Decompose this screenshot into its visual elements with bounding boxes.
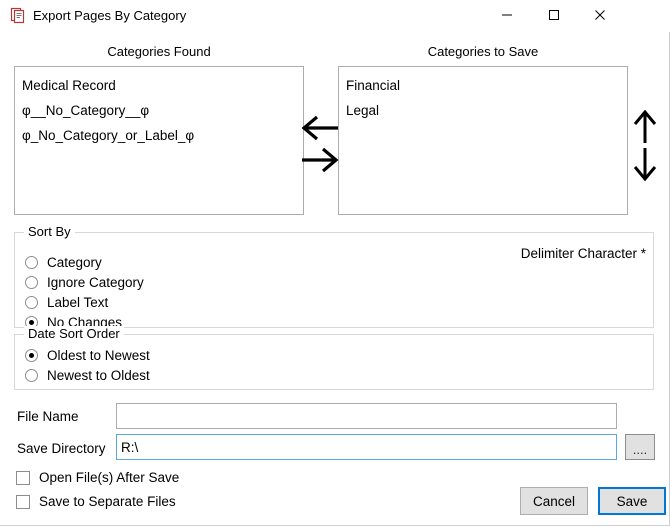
- categories-found-list[interactable]: Medical Record φ__No_Category__φ φ_No_Ca…: [14, 66, 304, 215]
- maximize-icon: [548, 9, 560, 21]
- reorder-arrows: [628, 109, 664, 184]
- close-button[interactable]: [577, 0, 623, 30]
- move-up-arrow-icon[interactable]: [628, 109, 664, 147]
- export-pages-dialog: Export Pages By Category Categories Foun…: [0, 0, 670, 526]
- browse-directory-button[interactable]: ....: [625, 434, 655, 460]
- list-item[interactable]: φ_No_Category_or_Label_φ: [15, 123, 303, 148]
- radio-indicator: [25, 256, 38, 269]
- close-icon: [594, 9, 606, 21]
- save-directory-input[interactable]: [116, 434, 617, 460]
- checkbox-save-to-separate-files[interactable]: Save to Separate Files: [16, 492, 176, 511]
- list-item[interactable]: φ__No_Category__φ: [15, 98, 303, 123]
- radio-label: Oldest to Newest: [47, 348, 150, 363]
- file-name-input[interactable]: [116, 403, 617, 429]
- minimize-icon: [501, 9, 513, 21]
- radio-indicator: [25, 276, 38, 289]
- checkbox-label: Open File(s) After Save: [39, 470, 180, 485]
- radio-sort-ignore-category[interactable]: Ignore Category: [25, 273, 144, 292]
- date-sort-order-group: Date Sort Order Oldest to Newest Newest …: [14, 326, 654, 390]
- categories-found-header: Categories Found: [107, 44, 211, 59]
- move-right-arrow-icon[interactable]: [300, 145, 342, 178]
- window-title: Export Pages By Category: [33, 8, 187, 23]
- document-pages-icon: [10, 7, 27, 24]
- checkbox-indicator: [16, 470, 30, 485]
- save-directory-label: Save Directory: [17, 441, 106, 456]
- list-item[interactable]: Medical Record: [15, 73, 303, 98]
- list-item[interactable]: Legal: [339, 98, 627, 123]
- save-button[interactable]: Save: [598, 487, 666, 515]
- radio-indicator: [25, 369, 38, 382]
- transfer-arrows: [300, 112, 342, 180]
- categories-to-save-header: Categories to Save: [427, 44, 539, 59]
- radio-sort-category[interactable]: Category: [25, 253, 102, 272]
- minimize-button[interactable]: [484, 0, 530, 30]
- categories-to-save-list[interactable]: Financial Legal: [338, 66, 628, 215]
- radio-indicator: [25, 296, 38, 309]
- sort-by-legend: Sort By: [24, 224, 75, 239]
- radio-label: Newest to Oldest: [47, 368, 150, 383]
- radio-label: Category: [47, 255, 102, 270]
- radio-label: Ignore Category: [47, 275, 144, 290]
- cancel-button[interactable]: Cancel: [520, 487, 588, 515]
- delimiter-character-label: Delimiter Character *: [520, 246, 646, 261]
- date-sort-order-legend: Date Sort Order: [24, 326, 124, 341]
- move-left-arrow-icon[interactable]: [300, 112, 342, 145]
- radio-label: Label Text: [47, 295, 109, 310]
- radio-sort-label-text[interactable]: Label Text: [25, 293, 108, 312]
- radio-newest-to-oldest[interactable]: Newest to Oldest: [25, 366, 150, 385]
- radio-oldest-to-newest[interactable]: Oldest to Newest: [25, 346, 150, 365]
- checkbox-indicator: [16, 494, 30, 509]
- maximize-button[interactable]: [531, 0, 577, 30]
- title-bar: Export Pages By Category: [0, 0, 670, 32]
- radio-indicator: [25, 349, 38, 362]
- list-item[interactable]: Financial: [339, 73, 627, 98]
- checkbox-open-files-after-save[interactable]: Open File(s) After Save: [16, 468, 179, 487]
- move-down-arrow-icon[interactable]: [628, 147, 664, 184]
- checkbox-label: Save to Separate Files: [39, 494, 176, 509]
- file-name-label: File Name: [17, 409, 79, 424]
